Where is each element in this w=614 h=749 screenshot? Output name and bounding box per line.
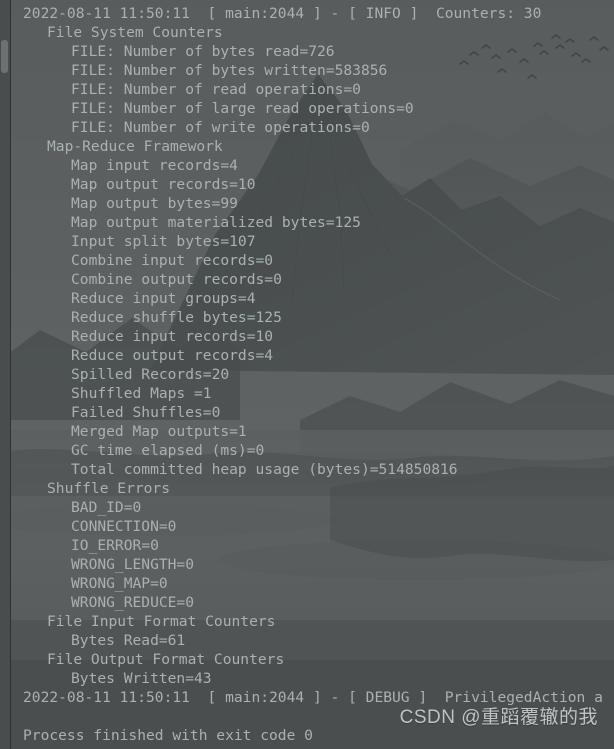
console-line: CONNECTION=0 — [71, 518, 177, 535]
console-window: 2022-08-11 11:50:11 [ main:2044 ] - [ IN… — [0, 0, 614, 749]
console-line: Shuffled Maps =1 — [71, 385, 212, 402]
console-line: FILE: Number of bytes read=726 — [71, 43, 335, 60]
console-line: FILE: Number of bytes written=583856 — [71, 62, 388, 79]
console-line: Reduce input records=10 — [71, 328, 274, 345]
scrollbar-thumb[interactable] — [1, 40, 8, 73]
console-line: Reduce input groups=4 — [71, 290, 256, 307]
console-line: Bytes Written=43 — [71, 670, 212, 687]
console-line: 2022-08-11 11:50:11 [ main:2044 ] - [ IN… — [23, 5, 542, 22]
console-line: Map output records=10 — [71, 176, 256, 193]
csdn-watermark: CSDN @重蹈覆辙的我 — [399, 707, 598, 728]
console-line: Total committed heap usage (bytes)=51485… — [71, 461, 458, 478]
console-line: Map input records=4 — [71, 157, 238, 174]
console-line: Combine input records=0 — [71, 252, 274, 269]
console-gutter — [0, 0, 11, 749]
console-line: Bytes Read=61 — [71, 632, 186, 649]
console-line: IO_ERROR=0 — [71, 537, 159, 554]
console-line: FILE: Number of read operations=0 — [71, 81, 361, 98]
console-line: File System Counters — [47, 24, 223, 41]
console-line: WRONG_LENGTH=0 — [71, 556, 195, 573]
console-line: Map output materialized bytes=125 — [71, 214, 361, 231]
console-line: Spilled Records=20 — [71, 366, 230, 383]
console-line: Failed Shuffles=0 — [71, 404, 221, 421]
console-line: WRONG_REDUCE=0 — [71, 594, 195, 611]
console-line: WRONG_MAP=0 — [71, 575, 168, 592]
console-line: Reduce shuffle bytes=125 — [71, 309, 282, 326]
console-line: Combine output records=0 — [71, 271, 282, 288]
console-line: FILE: Number of write operations=0 — [71, 119, 370, 136]
console-line: Map output bytes=99 — [71, 195, 238, 212]
console-line: GC time elapsed (ms)=0 — [71, 442, 265, 459]
console-line: Map-Reduce Framework — [47, 138, 223, 155]
console-line: Input split bytes=107 — [71, 233, 256, 250]
console-line: Shuffle Errors — [47, 480, 171, 497]
console-line: Merged Map outputs=1 — [71, 423, 247, 440]
console-line: File Output Format Counters — [47, 651, 285, 668]
console-line: FILE: Number of large read operations=0 — [71, 100, 414, 117]
console-line: File Input Format Counters — [47, 613, 276, 630]
console-line: Reduce output records=4 — [71, 347, 274, 364]
console-output[interactable]: 2022-08-11 11:50:11 [ main:2044 ] - [ IN… — [11, 0, 614, 749]
console-line: BAD_ID=0 — [71, 499, 142, 516]
